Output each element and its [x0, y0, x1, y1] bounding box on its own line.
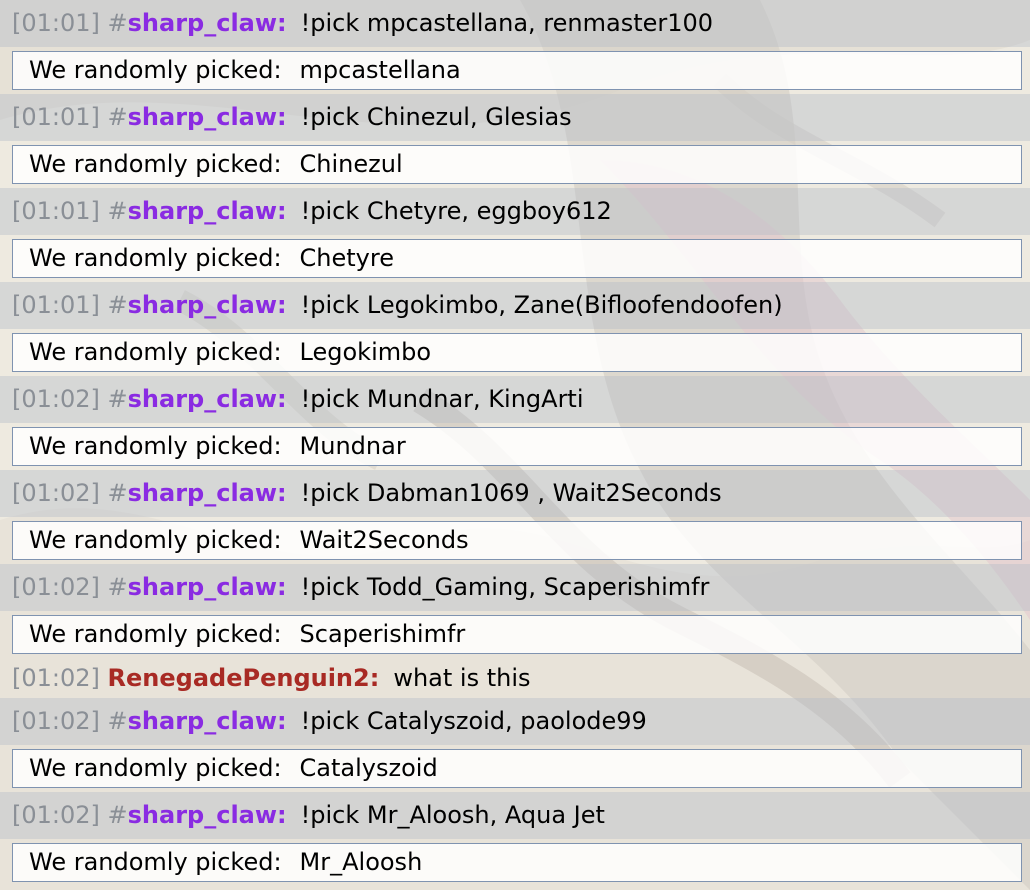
bot-result-message: We randomly picked: Scaperishimfr	[0, 611, 1030, 658]
chat-message: [01:02] #sharp_claw: !pick Catalyszoid, p…	[0, 698, 1030, 745]
message-timestamp: [01:02]	[12, 385, 100, 413]
user-rank-symbol: #	[107, 103, 128, 131]
message-timestamp: [01:02]	[12, 707, 100, 735]
bot-result-message: We randomly picked: Chinezul	[0, 141, 1030, 188]
pick-label: We randomly picked:	[29, 526, 282, 554]
message-timestamp: [01:02]	[12, 573, 100, 601]
bot-result-message: We randomly picked: Wait2Seconds	[0, 517, 1030, 564]
result-box: We randomly picked: Chinezul	[12, 145, 1022, 184]
username-link[interactable]: sharp_claw:	[128, 9, 287, 37]
pick-label: We randomly picked:	[29, 620, 282, 648]
message-text: !pick Legokimbo, Zane(Bifloofendoofen)	[300, 291, 783, 319]
user-rank-symbol: #	[107, 573, 128, 601]
pick-label: We randomly picked:	[29, 338, 282, 366]
chat-message: [01:01] #sharp_claw: !pick Legokimbo, Zan…	[0, 282, 1030, 329]
username-link[interactable]: sharp_claw:	[128, 197, 287, 225]
user-rank-symbol: #	[107, 291, 128, 319]
bot-result-message: We randomly picked: Chetyre	[0, 235, 1030, 282]
picked-value: Scaperishimfr	[299, 620, 466, 648]
chat-message: [01:02] RenegadePenguin2: what is this	[0, 658, 1030, 698]
result-box: We randomly picked: Scaperishimfr	[12, 615, 1022, 654]
chat-message: [01:02] #sharp_claw: !pick Dabman1069 , W…	[0, 470, 1030, 517]
user-rank-symbol: #	[107, 385, 128, 413]
message-text: !pick Mr_Aloosh, Aqua Jet	[300, 801, 605, 829]
pick-label: We randomly picked:	[29, 244, 282, 272]
bot-result-message: We randomly picked: Legokimbo	[0, 329, 1030, 376]
message-timestamp: [01:01]	[12, 9, 100, 37]
chat-message: [01:01] #sharp_claw: !pick mpcastellana, …	[0, 0, 1030, 47]
message-text: !pick Chetyre, eggboy612	[300, 197, 612, 225]
user-rank-symbol: #	[107, 197, 128, 225]
chat-message: [01:01] #sharp_claw: !pick Chinezul, Gles…	[0, 94, 1030, 141]
chat-log: [01:01] #sharp_claw: !pick mpcastellana, …	[0, 0, 1030, 888]
message-text: !pick mpcastellana, renmaster100	[300, 9, 714, 37]
message-text: !pick Catalyszoid, paolode99	[300, 707, 647, 735]
pick-label: We randomly picked:	[29, 432, 282, 460]
message-text: !pick Mundnar, KingArti	[300, 385, 584, 413]
pick-label: We randomly picked:	[29, 150, 282, 178]
message-timestamp: [01:02]	[12, 801, 100, 829]
username-link[interactable]: sharp_claw:	[128, 103, 287, 131]
user-rank-symbol: #	[107, 801, 128, 829]
picked-value: mpcastellana	[299, 56, 461, 84]
message-timestamp: [01:02]	[12, 479, 100, 507]
picked-value: Chinezul	[299, 150, 403, 178]
pick-label: We randomly picked:	[29, 754, 282, 782]
message-text: !pick Todd_Gaming, Scaperishimfr	[300, 573, 710, 601]
picked-value: Legokimbo	[299, 338, 432, 366]
chat-message: [01:02] #sharp_claw: !pick Todd_Gaming, S…	[0, 564, 1030, 611]
bot-result-message: We randomly picked: Mr_Aloosh	[0, 839, 1030, 888]
username-link[interactable]: sharp_claw:	[128, 385, 287, 413]
message-text: !pick Dabman1069 , Wait2Seconds	[300, 479, 722, 507]
user-rank-symbol: #	[107, 9, 128, 37]
pick-label: We randomly picked:	[29, 848, 282, 876]
chat-message: [01:01] #sharp_claw: !pick Chetyre, eggbo…	[0, 188, 1030, 235]
result-box: We randomly picked: Chetyre	[12, 239, 1022, 278]
chat-message: [01:02] #sharp_claw: !pick Mr_Aloosh, Aqu…	[0, 792, 1030, 839]
username-link[interactable]: sharp_claw:	[128, 573, 287, 601]
username-link[interactable]: sharp_claw:	[128, 707, 287, 735]
message-timestamp: [01:01]	[12, 197, 100, 225]
message-text: what is this	[393, 664, 531, 692]
message-timestamp: [01:01]	[12, 291, 100, 319]
result-box: We randomly picked: Wait2Seconds	[12, 521, 1022, 560]
result-box: We randomly picked: Mundnar	[12, 427, 1022, 466]
picked-value: Wait2Seconds	[299, 526, 469, 554]
picked-value: Catalyszoid	[299, 754, 438, 782]
username-link[interactable]: sharp_claw:	[128, 291, 287, 319]
bot-result-message: We randomly picked: Mundnar	[0, 423, 1030, 470]
picked-value: Chetyre	[299, 244, 394, 272]
result-box: We randomly picked: Mr_Aloosh	[12, 843, 1022, 882]
result-box: We randomly picked: Catalyszoid	[12, 749, 1022, 788]
user-rank-symbol: #	[107, 707, 128, 735]
username-link[interactable]: sharp_claw:	[128, 801, 287, 829]
bot-result-message: We randomly picked: mpcastellana	[0, 47, 1030, 94]
username-link[interactable]: RenegadePenguin2:	[108, 664, 380, 692]
user-rank-symbol: #	[107, 479, 128, 507]
message-text: !pick Chinezul, Glesias	[300, 103, 572, 131]
picked-value: Mundnar	[299, 432, 406, 460]
result-box: We randomly picked: mpcastellana	[12, 51, 1022, 90]
result-box: We randomly picked: Legokimbo	[12, 333, 1022, 372]
bot-result-message: We randomly picked: Catalyszoid	[0, 745, 1030, 792]
picked-value: Mr_Aloosh	[299, 848, 423, 876]
chat-message: [01:02] #sharp_claw: !pick Mundnar, KingA…	[0, 376, 1030, 423]
message-timestamp: [01:01]	[12, 103, 100, 131]
username-link[interactable]: sharp_claw:	[128, 479, 287, 507]
pick-label: We randomly picked:	[29, 56, 282, 84]
message-timestamp: [01:02]	[12, 664, 100, 692]
